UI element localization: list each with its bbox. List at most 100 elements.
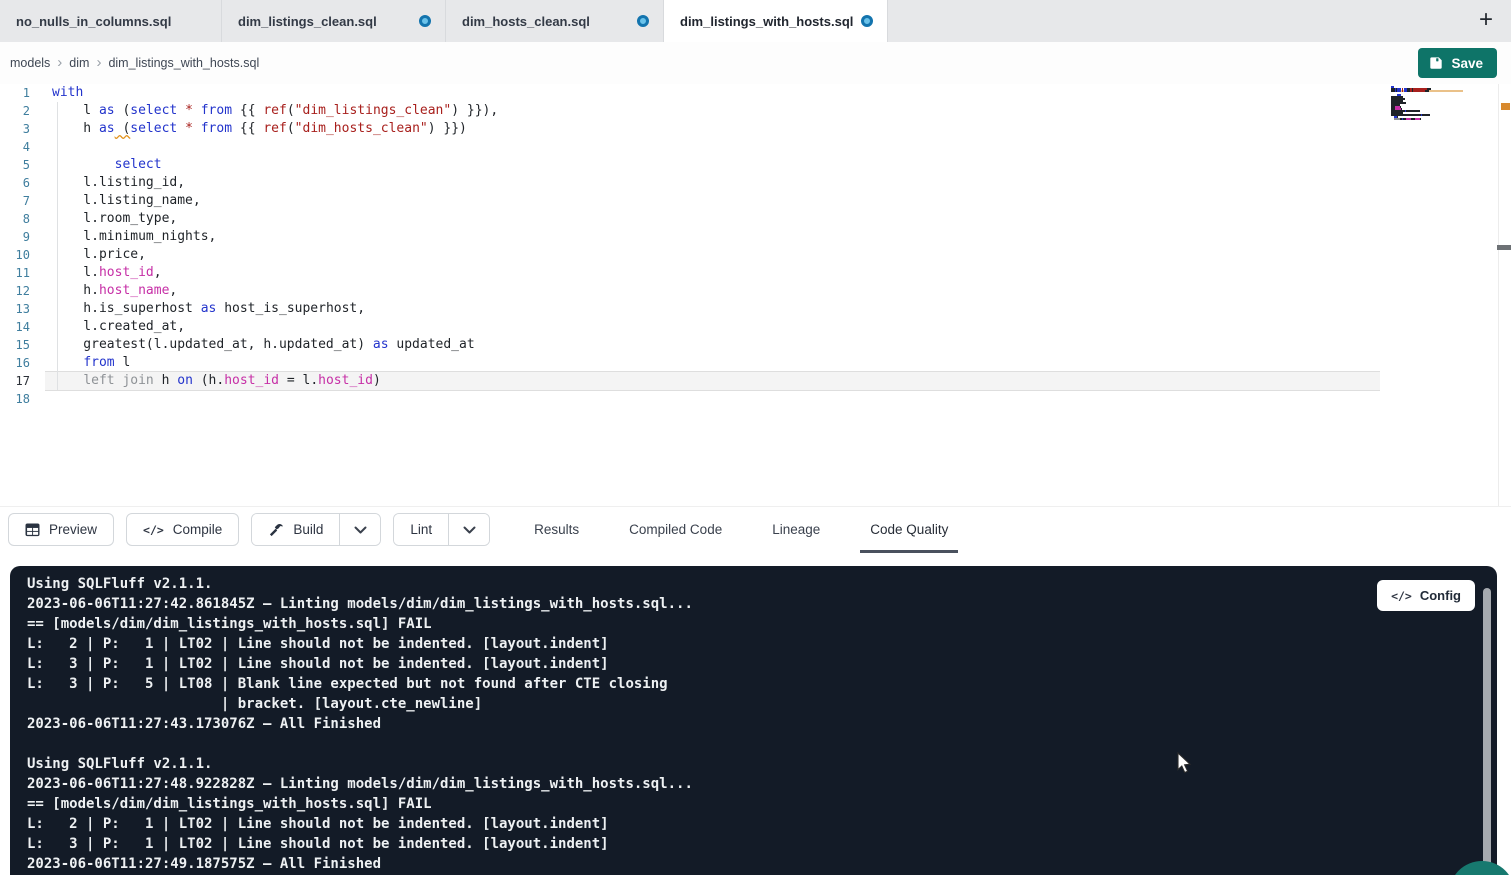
code-text: from l [45, 354, 1380, 372]
tab-label: dim_listings_with_hosts.sql [680, 14, 853, 29]
save-icon [1429, 56, 1443, 70]
line-number: 17 [0, 372, 30, 390]
code-line[interactable]: 16 from l [0, 354, 1511, 372]
code-text: h as (select * from {{ ref("dim_hosts_cl… [45, 120, 1380, 138]
preview-button[interactable]: Preview [8, 513, 114, 546]
code-text: l.listing_name, [45, 192, 1380, 210]
editor-scroll-position-marker[interactable] [1497, 245, 1511, 250]
breadcrumb-item[interactable]: dim_listings_with_hosts.sql [108, 56, 259, 70]
save-label: Save [1451, 56, 1483, 71]
preview-label: Preview [49, 522, 97, 537]
code-text [45, 138, 1380, 156]
terminal-line: L: 2 | P: 1 | LT02 | Line should not be … [27, 634, 1497, 654]
code-line[interactable]: 3 h as (select * from {{ ref("dim_hosts_… [0, 120, 1511, 138]
result-tab-code-quality[interactable]: Code Quality [868, 507, 950, 553]
code-editor[interactable]: 1with2 l as (select * from {{ ref("dim_l… [0, 84, 1511, 506]
code-text: l.minimum_nights, [45, 228, 1380, 246]
build-split-button: Build [251, 513, 381, 546]
indent-guide [57, 102, 58, 390]
result-tab-results[interactable]: Results [532, 507, 581, 553]
line-number: 14 [0, 318, 30, 336]
terminal-line: Using SQLFluff v2.1.1. [27, 574, 1497, 594]
code-line[interactable]: 7 l.listing_name, [0, 192, 1511, 210]
code-text: l.price, [45, 246, 1380, 264]
breadcrumb: models›dim›dim_listings_with_hosts.sql [10, 42, 259, 84]
unsaved-dot-icon [419, 15, 431, 27]
line-number: 16 [0, 354, 30, 372]
terminal-line: L: 3 | P: 1 | LT02 | Line should not be … [27, 834, 1497, 854]
code-line[interactable]: 2 l as (select * from {{ ref("dim_listin… [0, 102, 1511, 120]
code-line[interactable]: 10 l.price, [0, 246, 1511, 264]
code-line[interactable]: 4 [0, 138, 1511, 156]
line-number: 6 [0, 174, 30, 192]
editor-tab[interactable]: dim_listings_with_hosts.sql [664, 0, 888, 42]
code-text: l as (select * from {{ ref("dim_listings… [45, 102, 1380, 120]
line-number: 13 [0, 300, 30, 318]
code-lines: 1with2 l as (select * from {{ ref("dim_l… [0, 84, 1511, 408]
terminal-line: | bracket. [layout.cte_newline] [27, 694, 1497, 714]
minimap-line [1391, 120, 1463, 122]
code-line[interactable]: 1with [0, 84, 1511, 102]
code-line[interactable]: 8 l.room_type, [0, 210, 1511, 228]
breadcrumb-separator-icon: › [57, 57, 62, 69]
code-text: left join h on (h.host_id = l.host_id) [45, 372, 1380, 390]
unsaved-dot-icon [861, 15, 873, 27]
code-text [45, 390, 1380, 408]
terminal-scrollbar[interactable] [1483, 588, 1491, 875]
unsaved-dot-icon [637, 15, 649, 27]
breadcrumb-item[interactable]: dim [69, 56, 89, 70]
code-line[interactable]: 5 select [0, 156, 1511, 174]
lint-split-button: Lint [393, 513, 490, 546]
warning-marker-icon [1501, 103, 1510, 110]
new-tab-button[interactable]: + [1471, 5, 1501, 35]
line-number: 3 [0, 120, 30, 138]
line-number: 15 [0, 336, 30, 354]
terminal-line: L: 3 | P: 1 | LT02 | Line should not be … [27, 654, 1497, 674]
lint-button[interactable]: Lint [394, 514, 448, 545]
line-number: 18 [0, 390, 30, 408]
line-number: 11 [0, 264, 30, 282]
terminal-line: == [models/dim/dim_listings_with_hosts.s… [27, 614, 1497, 634]
editor-tab[interactable]: no_nulls_in_columns.sql [0, 0, 222, 42]
code-line[interactable]: 6 l.listing_id, [0, 174, 1511, 192]
code-line[interactable]: 17 left join h on (h.host_id = l.host_id… [0, 372, 1511, 390]
tab-label: dim_listings_clean.sql [238, 14, 377, 29]
terminal-line: L: 3 | P: 5 | LT08 | Blank line expected… [27, 674, 1497, 694]
terminal-line: 2023-06-06T11:27:49.187575Z — All Finish… [27, 854, 1497, 874]
code-line[interactable]: 13 h.is_superhost as host_is_superhost, [0, 300, 1511, 318]
tab-label: dim_hosts_clean.sql [462, 14, 590, 29]
code-line[interactable]: 11 l.host_id, [0, 264, 1511, 282]
build-button[interactable]: Build [252, 514, 339, 545]
save-button[interactable]: Save [1418, 48, 1497, 78]
code-line[interactable]: 12 h.host_name, [0, 282, 1511, 300]
dbt-ide-window: { "tabs": [ { "label": "no_nulls_in_colu… [0, 0, 1511, 875]
code-line[interactable]: 14 l.created_at, [0, 318, 1511, 336]
config-label: Config [1420, 588, 1461, 603]
editor-tab[interactable]: dim_hosts_clean.sql [446, 0, 664, 42]
editor-tab[interactable]: dim_listings_clean.sql [222, 0, 446, 42]
line-number: 9 [0, 228, 30, 246]
line-number: 10 [0, 246, 30, 264]
code-text: l.listing_id, [45, 174, 1380, 192]
code-line[interactable]: 15 greatest(l.updated_at, h.updated_at) … [0, 336, 1511, 354]
code-text: h.host_name, [45, 282, 1380, 300]
table-icon [25, 523, 40, 537]
build-dropdown-button[interactable] [339, 514, 380, 545]
lint-dropdown-button[interactable] [448, 514, 489, 545]
terminal-line [27, 734, 1497, 754]
compile-button[interactable]: </> Compile [126, 513, 239, 546]
config-button[interactable]: </> Config [1377, 580, 1475, 611]
file-header-row: models›dim›dim_listings_with_hosts.sql S… [0, 42, 1511, 84]
code-text: with [45, 84, 1380, 102]
minimap[interactable] [1391, 86, 1463, 122]
code-text: l.room_type, [45, 210, 1380, 228]
result-tab-compiled-code[interactable]: Compiled Code [627, 507, 724, 553]
terminal-panel: Using SQLFluff v2.1.1.2023-06-06T11:27:4… [10, 566, 1497, 875]
code-text: select [45, 156, 1380, 174]
chevron-down-icon [463, 526, 476, 534]
code-line[interactable]: 18 [0, 390, 1511, 408]
terminal-line: 2023-06-06T11:27:42.861845Z — Linting mo… [27, 594, 1497, 614]
breadcrumb-item[interactable]: models [10, 56, 50, 70]
result-tab-lineage[interactable]: Lineage [770, 507, 822, 553]
code-line[interactable]: 9 l.minimum_nights, [0, 228, 1511, 246]
